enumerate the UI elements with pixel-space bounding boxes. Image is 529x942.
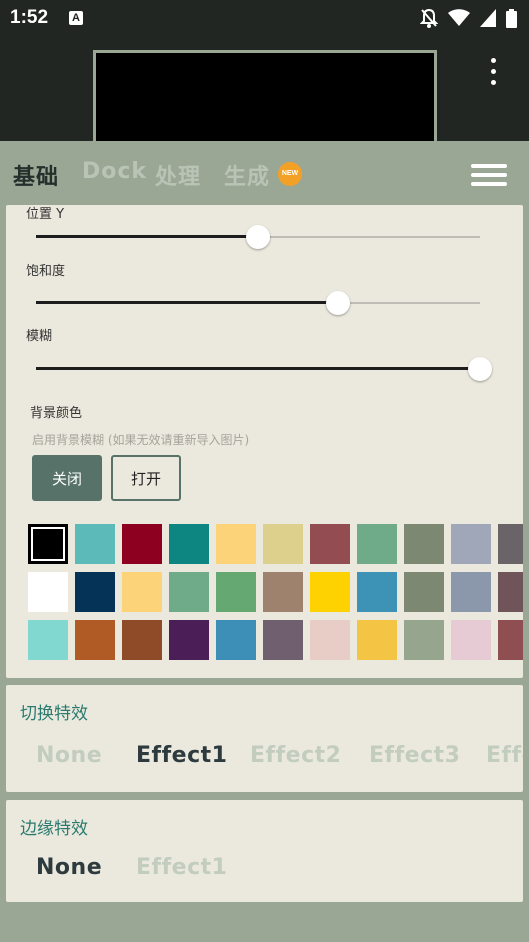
color-swatch-grid [28, 524, 523, 664]
color-swatch[interactable] [263, 524, 303, 564]
color-swatch[interactable] [28, 572, 68, 612]
color-swatch[interactable] [498, 524, 523, 564]
color-swatch[interactable] [404, 524, 444, 564]
switch-effect-option[interactable]: Effect3 [369, 743, 460, 768]
basic-settings-panel: 位置 Y 饱和度 模糊 背景颜色 启用背景模糊 (如果无效请重新导入图片) 关闭… [6, 205, 523, 678]
switch-effect-option[interactable]: None [36, 743, 102, 768]
position-y-label: 位置 Y [26, 207, 65, 222]
edge-effect-panel: 边缘特效 None Effect1 [6, 800, 523, 902]
color-swatch[interactable] [357, 572, 397, 612]
color-swatch[interactable] [122, 524, 162, 564]
blur-on-button[interactable]: 打开 [111, 455, 181, 501]
switch-effect-option[interactable]: Effect1 [136, 743, 227, 768]
tab-generate[interactable]: 生成 [224, 159, 270, 191]
color-swatch[interactable] [357, 524, 397, 564]
color-swatch[interactable] [28, 620, 68, 660]
edge-effect-option[interactable]: None [36, 855, 102, 880]
color-swatch[interactable] [451, 572, 491, 612]
status-time: 1:52 [10, 7, 49, 28]
notifications-off-icon [420, 8, 438, 28]
color-swatch[interactable] [263, 572, 303, 612]
switch-effect-option[interactable]: Effect2 [250, 743, 341, 768]
background-blur-hint: 启用背景模糊 (如果无效请重新导入图片) [32, 433, 250, 447]
signal-icon [480, 9, 496, 27]
color-swatch[interactable] [169, 620, 209, 660]
color-swatch[interactable] [310, 524, 350, 564]
wallpaper-preview[interactable] [93, 50, 437, 145]
color-swatch[interactable] [310, 620, 350, 660]
color-swatch[interactable] [122, 572, 162, 612]
color-swatch[interactable] [169, 572, 209, 612]
switch-effect-list: None Effect1 Effect2 Effect3 Effect4 [6, 743, 523, 775]
tab-bar: 基础 Dock 处理 生成 [0, 141, 529, 205]
blur-off-button[interactable]: 关闭 [32, 455, 102, 501]
new-badge: NEW [278, 162, 302, 186]
slider-thumb[interactable] [246, 225, 270, 249]
edge-effect-option[interactable]: Effect1 [136, 855, 227, 880]
color-swatch[interactable] [404, 620, 444, 660]
blur-slider[interactable] [36, 357, 492, 381]
color-swatch[interactable] [216, 524, 256, 564]
tab-dock[interactable]: Dock [82, 159, 147, 184]
color-swatch[interactable] [169, 524, 209, 564]
color-swatch[interactable] [357, 620, 397, 660]
switch-effect-panel: 切换特效 None Effect1 Effect2 Effect3 Effect… [6, 685, 523, 792]
color-swatch[interactable] [216, 572, 256, 612]
switch-effect-title: 切换特效 [20, 704, 88, 724]
color-swatch[interactable] [28, 524, 68, 564]
color-swatch[interactable] [216, 620, 256, 660]
tab-process[interactable]: 处理 [155, 159, 201, 191]
color-swatch[interactable] [451, 620, 491, 660]
color-swatch[interactable] [498, 620, 523, 660]
blur-label: 模糊 [26, 329, 53, 344]
switch-effect-option[interactable]: Effect4 [486, 743, 523, 768]
slider-thumb[interactable] [325, 291, 350, 315]
color-swatch[interactable] [75, 620, 115, 660]
battery-icon [506, 8, 517, 28]
hamburger-menu-icon[interactable] [471, 164, 507, 186]
status-icons [420, 8, 517, 28]
color-swatch[interactable] [263, 620, 303, 660]
position-y-slider[interactable] [36, 225, 480, 249]
background-color-label: 背景颜色 [30, 406, 83, 421]
tab-basic[interactable]: 基础 [13, 159, 59, 191]
keyboard-a-icon: A [69, 11, 83, 25]
color-swatch[interactable] [404, 572, 444, 612]
more-options-icon[interactable] [487, 58, 499, 88]
top-area: 1:52 A [0, 0, 529, 145]
wifi-icon [448, 9, 470, 26]
edge-effect-title: 边缘特效 [20, 819, 88, 839]
saturation-label: 饱和度 [26, 264, 66, 279]
color-swatch[interactable] [451, 524, 491, 564]
color-swatch[interactable] [122, 620, 162, 660]
saturation-slider[interactable] [36, 291, 480, 315]
color-swatch[interactable] [75, 572, 115, 612]
color-swatch[interactable] [75, 524, 115, 564]
edge-effect-list: None Effect1 [6, 855, 523, 887]
slider-thumb[interactable] [468, 357, 492, 381]
color-swatch[interactable] [498, 572, 523, 612]
status-bar: 1:52 A [0, 0, 529, 36]
color-swatch[interactable] [310, 572, 350, 612]
